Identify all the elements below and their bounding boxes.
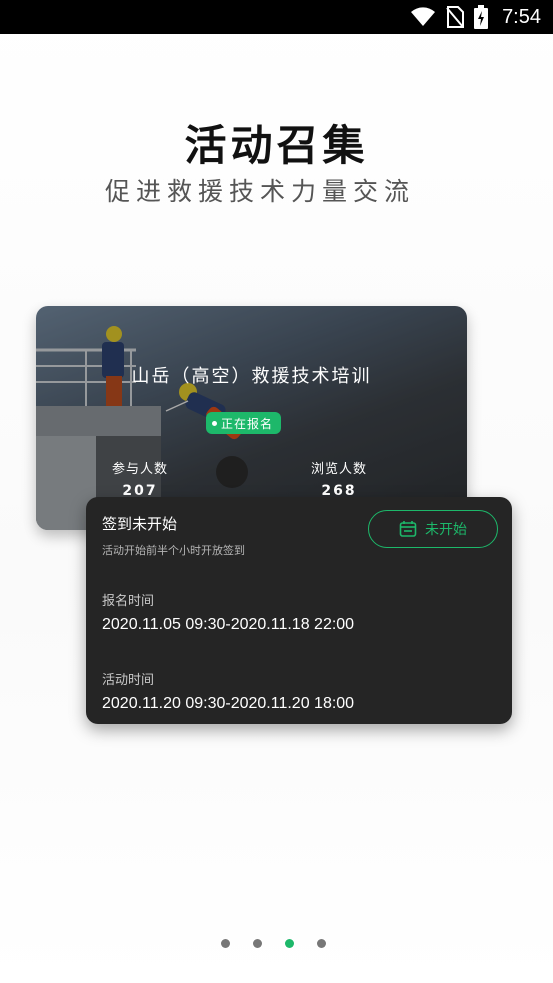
participants-stat: 参与人数 207: [80, 458, 200, 499]
wifi-icon: [411, 7, 436, 27]
registration-time-value: 2020.11.05 09:30-2020.11.18 22:00: [102, 616, 355, 633]
event-title: 山岳（高空）救援技术培训: [131, 366, 372, 387]
participants-label: 参与人数: [111, 462, 168, 477]
page-indicator: [221, 939, 326, 948]
page-title: 活动召集: [184, 121, 369, 170]
status-icons: 7:54: [410, 0, 541, 34]
not-started-button[interactable]: 未开始: [368, 510, 498, 548]
no-sim-icon: [446, 6, 465, 28]
registration-status-badge: 正在报名: [206, 412, 282, 434]
page-dot[interactable]: [221, 939, 230, 948]
page-dot-active[interactable]: [285, 939, 294, 948]
status-time: 7:54: [502, 5, 541, 28]
page-subtitle: 促进救援技术力量交流: [104, 177, 415, 206]
page-dot[interactable]: [317, 939, 326, 948]
badge-label: 正在报名: [221, 416, 274, 431]
signin-info-card: 签到未开始 活动开始前半个小时开放签到 未开始 报名时间 2020.11.05 …: [86, 497, 512, 724]
calendar-icon: [399, 521, 417, 537]
battery-charging-icon: [474, 5, 489, 29]
page-dot[interactable]: [253, 939, 262, 948]
views-label: 浏览人数: [310, 462, 367, 477]
views-stat: 浏览人数 268: [279, 458, 399, 499]
registration-time-label: 报名时间: [102, 594, 155, 609]
badge-dot-icon: [212, 420, 217, 426]
status-bar: 7:54: [0, 0, 553, 34]
screen: 7:54 活动召集 促进救援技术力量交流 山岳（高空）救援技术培训 正在报名 参…: [0, 0, 553, 983]
not-started-label: 未开始: [425, 522, 467, 538]
signin-status-title: 签到未开始: [102, 515, 178, 533]
signin-note: 活动开始前半个小时开放签到: [102, 544, 245, 557]
activity-time-value: 2020.11.20 09:30-2020.11.20 18:00: [102, 695, 355, 712]
activity-time-label: 活动时间: [102, 673, 155, 688]
